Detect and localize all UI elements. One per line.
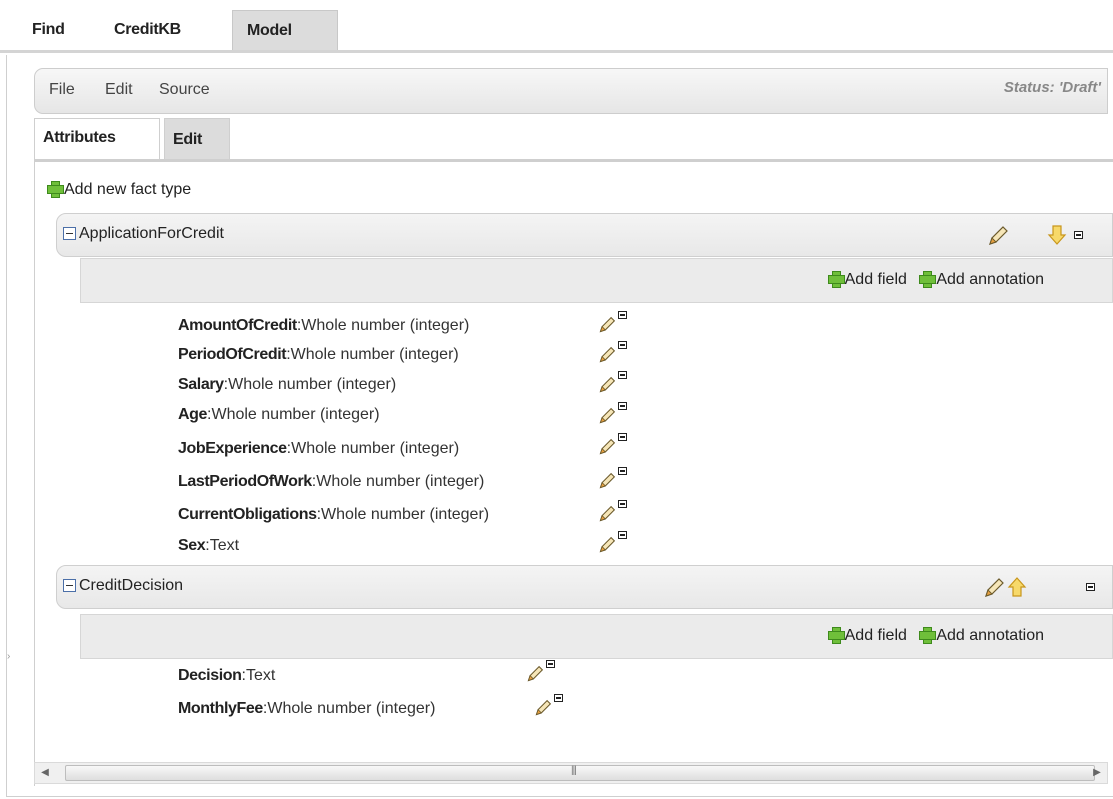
pencil-icon[interactable] bbox=[598, 472, 616, 490]
field-type: :Text bbox=[241, 667, 276, 684]
tab-model[interactable]: Model bbox=[232, 10, 338, 50]
add-annotation-label: Add annotation bbox=[936, 271, 1044, 288]
collapse-icon[interactable] bbox=[618, 402, 627, 410]
plus-icon bbox=[827, 627, 845, 644]
field-type: :Whole number (integer) bbox=[262, 700, 436, 717]
field-row: AmountOfCredit:Whole number (integer) bbox=[178, 317, 469, 341]
field-row: Salary:Whole number (integer) bbox=[178, 376, 396, 400]
pencil-icon[interactable] bbox=[598, 376, 616, 394]
pencil-icon[interactable] bbox=[598, 505, 616, 523]
field-name: Decision bbox=[178, 667, 242, 684]
field-type: :Whole number (integer) bbox=[311, 473, 485, 490]
field-row: Decision:Text bbox=[178, 667, 275, 691]
fact-header-applicationforcredit: ApplicationForCredit bbox=[56, 213, 1113, 257]
field-type: :Whole number (integer) bbox=[286, 346, 459, 363]
tab-divider bbox=[0, 50, 1113, 53]
minus-box-icon[interactable] bbox=[63, 227, 76, 240]
collapse-icon[interactable] bbox=[546, 660, 555, 668]
plus-icon bbox=[919, 271, 937, 288]
pencil-icon[interactable] bbox=[598, 536, 616, 554]
add-field-label: Add field bbox=[844, 627, 907, 644]
collapse-icon[interactable] bbox=[554, 694, 563, 702]
fact-name: ApplicationForCredit bbox=[79, 225, 224, 242]
add-fact-type-link[interactable]: Add new fact type bbox=[47, 181, 191, 199]
plus-icon bbox=[919, 627, 937, 644]
field-row: PeriodOfCredit:Whole number (integer) bbox=[178, 346, 459, 370]
field-row: LastPeriodOfWork:Whole number (integer) bbox=[178, 473, 484, 497]
field-actions-bar: Add field Add annotation bbox=[80, 614, 1113, 659]
field-name: Sex bbox=[178, 537, 206, 554]
field-type: :Whole number (integer) bbox=[207, 406, 380, 423]
collapse-icon[interactable] bbox=[618, 371, 627, 379]
add-field-link[interactable]: Add field bbox=[827, 271, 907, 288]
field-row: MonthlyFee:Whole number (integer) bbox=[178, 700, 435, 724]
field-row: Age:Whole number (integer) bbox=[178, 406, 380, 430]
tab-find[interactable]: Find bbox=[18, 10, 100, 50]
top-tabs: Find CreditKB Model bbox=[18, 10, 338, 50]
scroll-left-icon[interactable]: ◀ bbox=[39, 767, 51, 779]
field-type: :Text bbox=[205, 537, 240, 554]
collapse-icon[interactable] bbox=[618, 531, 627, 539]
field-row: CurrentObligations:Whole number (integer… bbox=[178, 506, 489, 530]
tab-creditkb[interactable]: CreditKB bbox=[100, 10, 232, 50]
menu-edit[interactable]: Edit bbox=[105, 81, 133, 99]
field-name: JobExperience bbox=[178, 440, 287, 457]
add-annotation-link[interactable]: Add annotation bbox=[919, 271, 1044, 288]
field-name: Age bbox=[178, 406, 208, 423]
pencil-icon[interactable] bbox=[983, 577, 1005, 599]
arrow-up-icon[interactable] bbox=[1007, 576, 1027, 598]
tab-attributes[interactable]: Attributes bbox=[34, 118, 160, 160]
add-fact-type-label: Add new fact type bbox=[64, 181, 192, 198]
plus-icon bbox=[47, 181, 64, 198]
collapse-icon[interactable] bbox=[618, 311, 627, 319]
pencil-icon[interactable] bbox=[598, 407, 616, 425]
field-type: :Whole number (integer) bbox=[286, 440, 460, 457]
field-name: AmountOfCredit bbox=[178, 317, 297, 334]
fact-header-creditdecision: CreditDecision bbox=[56, 565, 1113, 609]
pencil-icon[interactable] bbox=[598, 316, 616, 334]
minus-box-icon[interactable] bbox=[63, 579, 76, 592]
pencil-icon[interactable] bbox=[534, 699, 552, 717]
field-type: :Whole number (integer) bbox=[296, 317, 470, 334]
pencil-icon[interactable] bbox=[987, 225, 1009, 247]
pencil-icon[interactable] bbox=[526, 665, 544, 683]
scroll-right-icon[interactable]: ▶ bbox=[1091, 767, 1103, 779]
fact-name: CreditDecision bbox=[79, 577, 184, 594]
field-actions-bar: Add field Add annotation bbox=[80, 258, 1113, 303]
field-name: CurrentObligations bbox=[178, 506, 317, 523]
field-row: Sex:Text bbox=[178, 537, 239, 561]
collapse-icon[interactable] bbox=[618, 467, 627, 475]
field-type: :Whole number (integer) bbox=[316, 506, 490, 523]
add-field-link[interactable]: Add field bbox=[827, 627, 907, 644]
add-annotation-link[interactable]: Add annotation bbox=[919, 627, 1044, 644]
plus-icon bbox=[827, 271, 845, 288]
scrollbar-thumb[interactable]: ||| bbox=[65, 765, 1095, 781]
field-name: PeriodOfCredit bbox=[178, 346, 287, 363]
pencil-icon[interactable] bbox=[598, 438, 616, 456]
pencil-icon[interactable] bbox=[598, 346, 616, 364]
tab-edit[interactable]: Edit bbox=[164, 118, 230, 160]
collapse-icon[interactable] bbox=[1086, 583, 1095, 591]
collapse-icon[interactable] bbox=[618, 500, 627, 508]
field-name: LastPeriodOfWork bbox=[178, 473, 312, 490]
menu-file[interactable]: File bbox=[49, 81, 75, 99]
menu-bar: File Edit Source Status: 'Draft' bbox=[34, 68, 1108, 114]
grip-icon: ||| bbox=[571, 765, 577, 776]
menu-source[interactable]: Source bbox=[159, 81, 210, 99]
field-row: JobExperience:Whole number (integer) bbox=[178, 440, 459, 464]
field-name: MonthlyFee bbox=[178, 700, 263, 717]
horizontal-scrollbar[interactable]: ◀ ||| ▶ bbox=[34, 762, 1108, 784]
collapse-icon[interactable] bbox=[618, 433, 627, 441]
arrow-down-icon[interactable] bbox=[1047, 224, 1067, 246]
collapse-icon[interactable] bbox=[1074, 231, 1083, 239]
splitter-handle[interactable]: › bbox=[7, 651, 10, 662]
add-field-label: Add field bbox=[844, 271, 907, 288]
collapse-icon[interactable] bbox=[618, 341, 627, 349]
field-type: :Whole number (integer) bbox=[223, 376, 397, 393]
status-label: Status: 'Draft' bbox=[1003, 79, 1101, 96]
add-annotation-label: Add annotation bbox=[936, 627, 1044, 644]
field-name: Salary bbox=[178, 376, 224, 393]
